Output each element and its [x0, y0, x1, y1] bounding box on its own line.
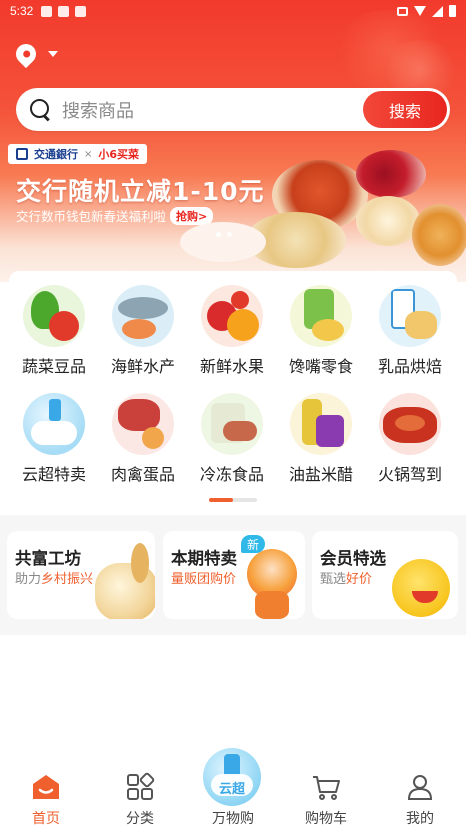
search-input[interactable]: 搜索商品 [62, 97, 134, 123]
promo-card-common-prosperity[interactable]: 共富工坊 助力乡村振兴 [7, 531, 155, 619]
location-selector[interactable] [11, 39, 58, 69]
co-brand-badge: 交通銀行 × 小6买菜 [8, 144, 148, 164]
category-label: 新鲜水果 [199, 357, 264, 376]
tab-label: 我的 [406, 811, 434, 827]
category-label: 冷冻食品 [199, 465, 264, 484]
home-icon [31, 772, 61, 802]
promo-title: 会员特选 [320, 549, 386, 568]
tab-categories[interactable]: 分类 [105, 772, 175, 828]
tab-label: 分类 [126, 811, 154, 827]
notification-icon [75, 5, 87, 17]
category-vegetables[interactable]: 蔬菜豆品 [11, 285, 97, 377]
wheat-image [131, 543, 149, 583]
cherries-image [356, 150, 426, 198]
tab-label: 万物购 [212, 811, 254, 827]
promo-title: 共富工坊 [15, 549, 81, 568]
meat-eggs-icon [112, 393, 174, 455]
pagination-dot [227, 232, 232, 237]
category-label: 海鲜水产 [110, 357, 175, 376]
partner-name: 小6买菜 [98, 148, 140, 161]
bank-name: 交通銀行 [34, 148, 78, 161]
mascot-body-image [255, 591, 289, 619]
category-dairy-bakery[interactable]: 乳品烘焙 [367, 285, 453, 377]
notification-icon [41, 5, 53, 17]
pagination-dot [216, 232, 221, 237]
tab-label: 首页 [32, 811, 60, 827]
notification-icon [58, 5, 70, 17]
seafood-icon [112, 285, 174, 347]
category-label: 蔬菜豆品 [21, 357, 86, 376]
category-label: 云超特卖 [21, 465, 86, 484]
promo-title: 本期特卖 [171, 549, 237, 568]
tab-cart[interactable]: 购物车 [291, 772, 361, 828]
banner-buy-button[interactable]: 抢购> [170, 206, 214, 225]
category-label: 馋嘴零食 [288, 357, 353, 376]
signal-icon [432, 5, 443, 17]
category-meat-eggs[interactable]: 肉禽蛋品 [100, 393, 186, 485]
banner-subtitle[interactable]: 交行数币钱包新春送福利啦 抢购> [16, 206, 214, 225]
category-fruit[interactable]: 新鲜水果 [189, 285, 275, 377]
bottle-icon [224, 754, 240, 776]
category-snacks[interactable]: 馋嘴零食 [278, 285, 364, 377]
cloud-mall-icon[interactable]: 云超 [203, 748, 261, 806]
vibrate-icon [397, 6, 408, 16]
chevron-down-icon [48, 51, 58, 57]
tab-label: 购物车 [305, 811, 347, 827]
category-cloud-sale[interactable]: 云超特卖 [11, 393, 97, 485]
search-bar[interactable]: 搜索商品 搜索 [16, 88, 450, 131]
cloud-decoration [180, 222, 266, 262]
scroll-indicator-thumb [209, 498, 233, 502]
hero-header: 5:32 搜索商品 搜索 交通銀行 × 小6买菜 交行随机立减1-10元 交行数… [0, 0, 466, 282]
promo-card-special-sale[interactable]: 本期特卖 量贩团购价 [163, 531, 305, 619]
cloud-mall-badge: 云超 [218, 782, 245, 797]
wifi-icon [414, 6, 426, 16]
category-label: 火锅驾到 [377, 465, 442, 484]
status-time: 5:32 [10, 4, 34, 18]
frozen-food-icon [201, 393, 263, 455]
category-label: 乳品烘焙 [377, 357, 442, 376]
dairy-bakery-icon [379, 285, 441, 347]
oil-rice-icon [290, 393, 352, 455]
status-bar: 5:32 [0, 0, 466, 22]
promo-card-member-picks[interactable]: 会员特选 甄选好价 [312, 531, 458, 619]
vegetables-icon [23, 285, 85, 347]
tab-home[interactable]: 首页 [11, 772, 81, 828]
cloud-sale-icon [23, 393, 85, 455]
category-label: 肉禽蛋品 [110, 465, 175, 484]
grid-icon [125, 772, 155, 802]
smiley-image [392, 559, 450, 617]
promo-subtitle: 甄选好价 [320, 572, 373, 587]
dumplings-image [356, 196, 420, 246]
hotpot-icon [379, 393, 441, 455]
promo-subtitle: 助力乡村振兴 [15, 572, 94, 587]
banner-subtitle-text: 交行数币钱包新春送福利啦 [16, 209, 167, 224]
battery-icon [449, 5, 456, 17]
new-badge: 新 [241, 535, 265, 553]
category-grid: 蔬菜豆品 海鲜水产 新鲜水果 馋嘴零食 乳品烘焙 云超特卖 肉禽蛋品 冷冻食品 … [9, 271, 457, 515]
location-pin-icon [11, 39, 41, 69]
tab-profile[interactable]: 我的 [385, 772, 455, 828]
category-hotpot[interactable]: 火锅驾到 [367, 393, 453, 485]
banner-pagination [216, 232, 232, 237]
fruit-icon [201, 285, 263, 347]
category-label: 油盐米醋 [288, 465, 353, 484]
bank-logo-icon [16, 148, 28, 160]
search-icon [30, 98, 52, 121]
search-button[interactable]: 搜索 [363, 91, 447, 128]
promo-subtitle: 量贩团购价 [171, 572, 237, 587]
snacks-icon [290, 285, 352, 347]
noodles-image [412, 204, 466, 266]
category-seafood[interactable]: 海鲜水产 [100, 285, 186, 377]
cart-icon [311, 772, 341, 802]
banner-title[interactable]: 交行随机立减1-10元 [16, 172, 265, 208]
category-frozen-food[interactable]: 冷冻食品 [189, 393, 275, 485]
category-oil-rice[interactable]: 油盐米醋 [278, 393, 364, 485]
user-icon [405, 772, 435, 802]
category-scroll-indicator [209, 498, 257, 502]
